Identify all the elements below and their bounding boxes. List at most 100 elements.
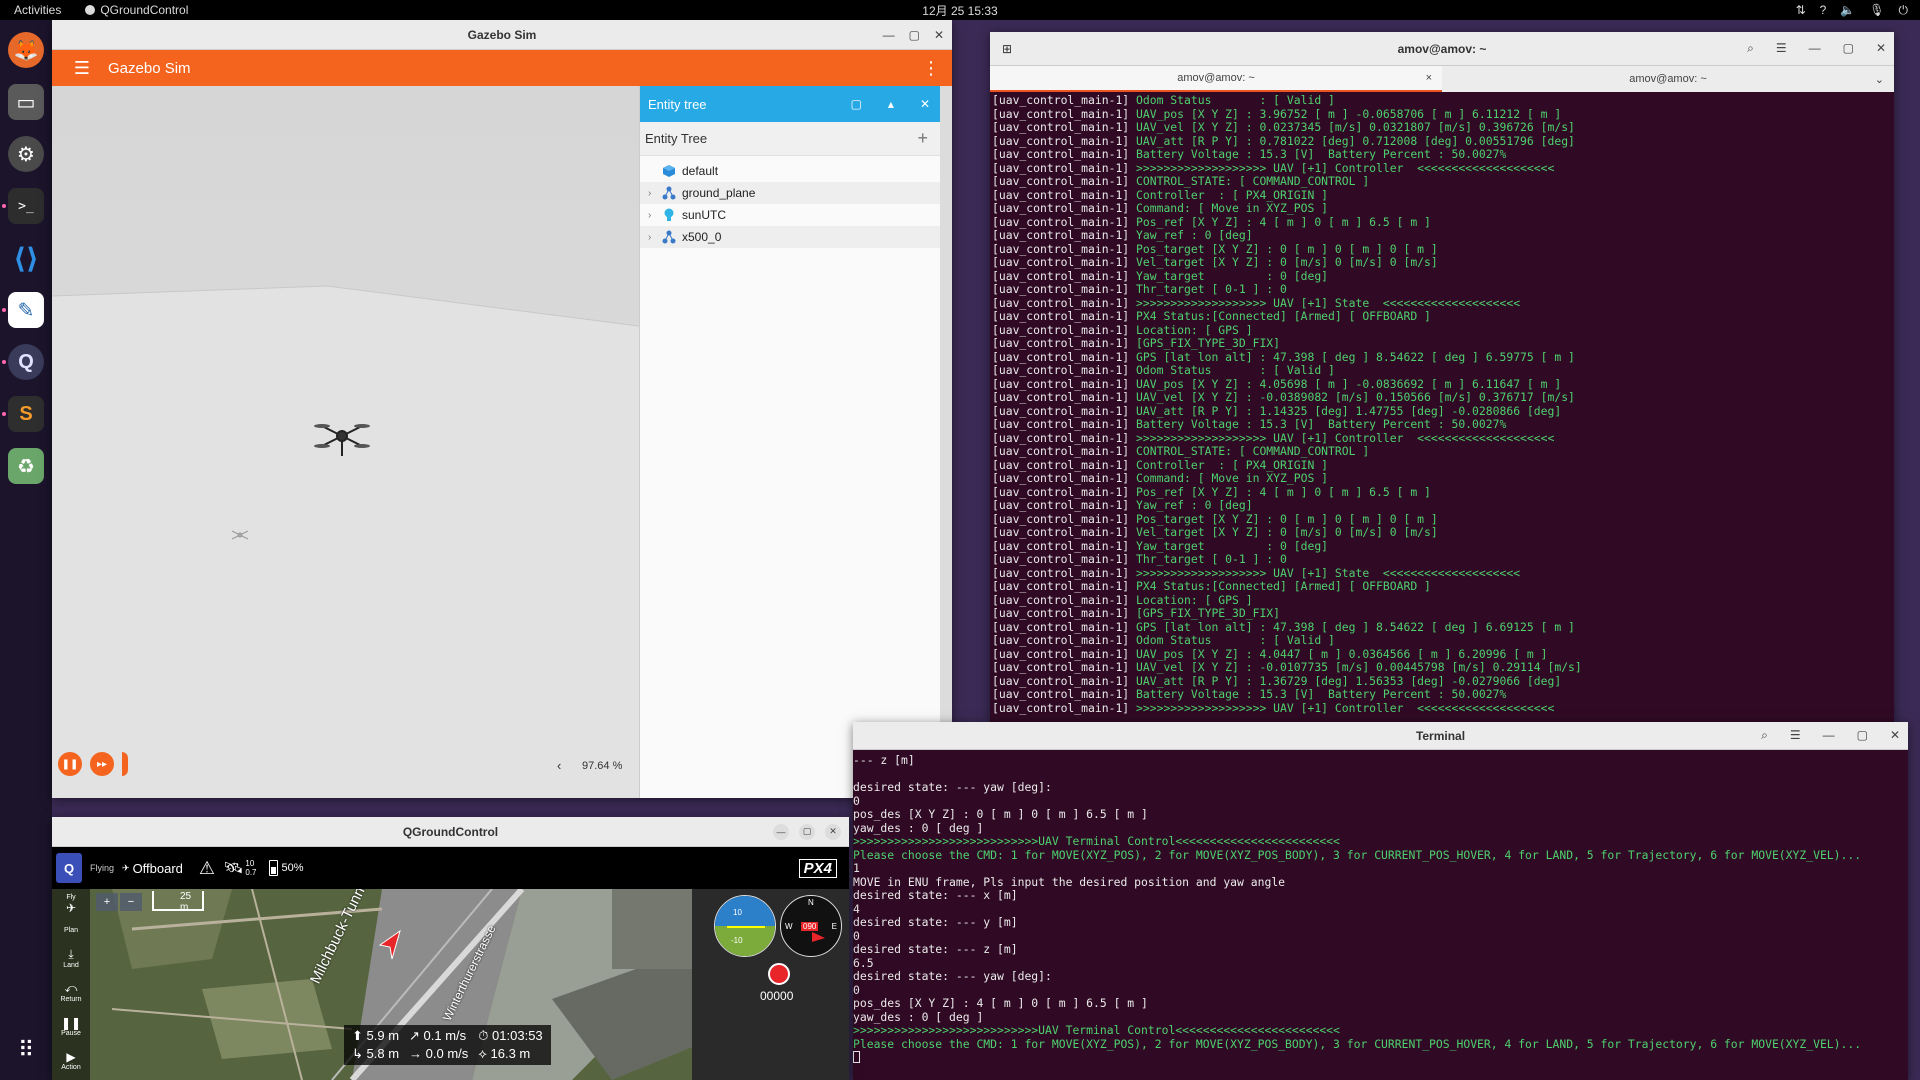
expand-chevron-icon[interactable]: ›	[648, 232, 656, 243]
clock[interactable]: 12月 25 15:33	[922, 2, 997, 19]
log-text: Pos_ref [X Y Z] : 4 [ m ] 0 [ m ] 6.5 [ …	[1129, 484, 1431, 499]
3d-scene[interactable]: ❚❚ ▸▸ ‹ 97.64 %	[52, 86, 639, 798]
search-icon[interactable]: ⌕	[1761, 728, 1768, 743]
gps-indicator[interactable]: 🛰 10 0.7	[223, 858, 256, 878]
trash-icon[interactable]: ♻	[8, 448, 44, 484]
terminal-tab[interactable]: amov@amov: ~ ×	[990, 66, 1442, 92]
maximize-button[interactable]: ▢	[1843, 41, 1854, 56]
terminal-icon[interactable]: >_	[8, 188, 44, 224]
focused-app-indicator[interactable]: QGroundControl	[85, 3, 188, 17]
maximize-button[interactable]: ▢	[799, 823, 815, 840]
return-tool[interactable]: ⤺ Return	[52, 975, 90, 1009]
flight-mode-selector[interactable]: ✈ Offboard	[122, 861, 183, 876]
volume-icon: 🔈	[1840, 2, 1856, 17]
add-entity-icon[interactable]: +	[917, 128, 928, 149]
qgroundcontrol-icon[interactable]: Q	[8, 344, 44, 380]
log-text: Pos_target [X Y Z] : 0 [ m ] 0 [ m ] 0 […	[1129, 241, 1438, 256]
terminal-tab[interactable]: amov@amov: ~ ⌄	[1442, 66, 1894, 92]
terminal-line: [uav_control_main-1] Yaw_ref : 0 [deg]	[992, 498, 1894, 513]
vscode-icon[interactable]: ⟨⟩	[8, 240, 44, 276]
zoom-out-button[interactable]: −	[120, 893, 142, 911]
action-tool[interactable]: ▶ Action	[52, 1043, 90, 1077]
expand-chevron-icon[interactable]: ›	[648, 188, 656, 199]
warning-icon[interactable]: ⚠	[199, 858, 215, 879]
tab-label: amov@amov: ~	[1177, 72, 1255, 84]
entity-row[interactable]: default	[640, 160, 940, 182]
qgc-logo-icon[interactable]: Q	[56, 853, 82, 883]
vehicle-arrow-icon[interactable]	[370, 925, 410, 965]
land-tool[interactable]: ⤓ Land	[52, 941, 90, 975]
log-prefix: [uav_control_main-1]	[992, 673, 1130, 688]
menu-icon[interactable]: ☰	[1790, 728, 1801, 743]
play-icon: ▶	[66, 1049, 76, 1064]
terminal1-titlebar[interactable]: ⊞ amov@amov: ~ ⌕ ☰ — ▢ ✕	[990, 32, 1894, 66]
terminal2-window-title: Terminal	[1415, 728, 1466, 743]
tabs-dropdown-icon[interactable]: ⌄	[1875, 73, 1884, 86]
gazebo-titlebar[interactable]: Gazebo Sim — ▢ ✕	[52, 20, 952, 50]
tab-close-icon[interactable]: ×	[1426, 72, 1432, 84]
terminal-line: yaw_des : 0 [ deg ]	[853, 820, 984, 835]
running-indicator	[2, 204, 6, 208]
entity-row[interactable]: › ground_plane	[640, 182, 940, 204]
terminal2-output[interactable]: --- z [m] desired state: --- yaw [deg]: 0…	[853, 750, 1908, 1080]
log-prefix: [uav_control_main-1]	[992, 565, 1130, 580]
firefox-icon[interactable]: 🦊	[8, 32, 44, 68]
sublime-icon[interactable]: S	[8, 396, 44, 432]
files-icon[interactable]: ▭	[8, 84, 44, 120]
step-button[interactable]: ▸▸	[90, 752, 114, 776]
fly-tool[interactable]: Fly ✈	[52, 889, 90, 919]
plan-tool[interactable]: Plan	[52, 919, 90, 941]
maximize-button[interactable]: ▢	[1857, 728, 1868, 743]
log-text: Command: [ Move in XYZ_POS ]	[1129, 201, 1329, 215]
terminal1-output[interactable]: [uav_control_main-1] Odom Status : [ Val…	[990, 92, 1894, 722]
log-prefix: [uav_control_main-1]	[992, 214, 1130, 229]
panel-close-icon[interactable]: ✕	[920, 97, 930, 111]
system-tray[interactable]: ⇅ ? 🔈 🎙 ⏻	[1796, 3, 1908, 18]
activities-button[interactable]: Activities	[0, 3, 75, 17]
minimize-button[interactable]: —	[883, 28, 895, 42]
show-apps-icon[interactable]: ⠿	[8, 1032, 44, 1068]
log-text: Thr_target [ 0-1 ] : 0	[1129, 552, 1287, 566]
qgc-toolbar: Q Flying ✈ Offboard ⚠ 🛰 10 0.7 50% PX4	[52, 847, 849, 889]
settings-icon[interactable]: ⚙	[8, 136, 44, 172]
expand-chevron-icon[interactable]: ›	[648, 210, 656, 221]
minimize-button[interactable]: —	[1823, 728, 1835, 743]
terminal-line: Please choose the CMD: 1 for MOVE(XYZ_PO…	[853, 847, 1862, 862]
panel-collapse-icon[interactable]: ▴	[888, 97, 894, 111]
maximize-button[interactable]: ▢	[909, 28, 920, 42]
entity-row[interactable]: › sunUTC	[640, 204, 940, 226]
horizontal-speed: ↗ 0.1 m/s	[409, 1028, 467, 1043]
record-button[interactable]	[768, 963, 790, 985]
kebab-menu-icon[interactable]: ⋮	[922, 58, 940, 79]
close-button[interactable]: ✕	[934, 28, 944, 42]
new-tab-icon[interactable]: ⊞	[1002, 42, 1012, 56]
panel-float-icon[interactable]: ▢	[851, 97, 862, 111]
minimize-button[interactable]: —	[773, 823, 789, 840]
entity-row[interactable]: › x500_0	[640, 226, 940, 248]
menu-icon[interactable]: ☰	[1776, 41, 1787, 56]
hamburger-menu-icon[interactable]: ☰	[64, 58, 100, 79]
log-prefix: [uav_control_main-1]	[992, 511, 1130, 526]
satellite-icon: 🛰	[223, 860, 244, 877]
close-button[interactable]: ✕	[1876, 41, 1886, 56]
qgc-titlebar[interactable]: QGroundControl — ▢ ✕	[52, 817, 849, 847]
scene-render	[52, 86, 639, 798]
zoom-in-button[interactable]: +	[96, 893, 118, 911]
minimize-button[interactable]: —	[1809, 41, 1821, 56]
log-prefix: [uav_control_main-1]	[992, 403, 1130, 418]
log-text: Yaw_ref : 0 [deg]	[1129, 498, 1253, 512]
text-editor-icon[interactable]: ✎	[8, 292, 44, 328]
terminal-line: [uav_control_main-1] UAV_vel [X Y Z] : -…	[992, 660, 1894, 675]
terminal2-titlebar[interactable]: Terminal ⌕ ☰ — ▢ ✕	[853, 722, 1908, 750]
log-text: UAV_pos [X Y Z] : 4.0447 [ m ] 0.0364566…	[1129, 646, 1548, 661]
rtf-chevron[interactable]: ‹	[557, 758, 561, 773]
close-button[interactable]: ✕	[1890, 728, 1900, 743]
telemetry-values[interactable]: ⬆ 5.9 m ↗ 0.1 m/s ⏱ 01:03:53 ↳ 5.8 m → 0…	[344, 1025, 551, 1065]
pause-tool[interactable]: ❚❚ Pause	[52, 1009, 90, 1043]
satellite-map[interactable]: Fly ✈ Plan ⤓ Land ⤺ Return ❚❚ Pause ▶ Action …	[52, 889, 849, 1080]
step-count-button[interactable]	[122, 752, 128, 776]
pause-button[interactable]: ❚❚	[58, 752, 82, 776]
search-icon[interactable]: ⌕	[1747, 41, 1754, 56]
close-button[interactable]: ✕	[825, 823, 841, 840]
battery-indicator[interactable]: 50%	[268, 860, 304, 876]
